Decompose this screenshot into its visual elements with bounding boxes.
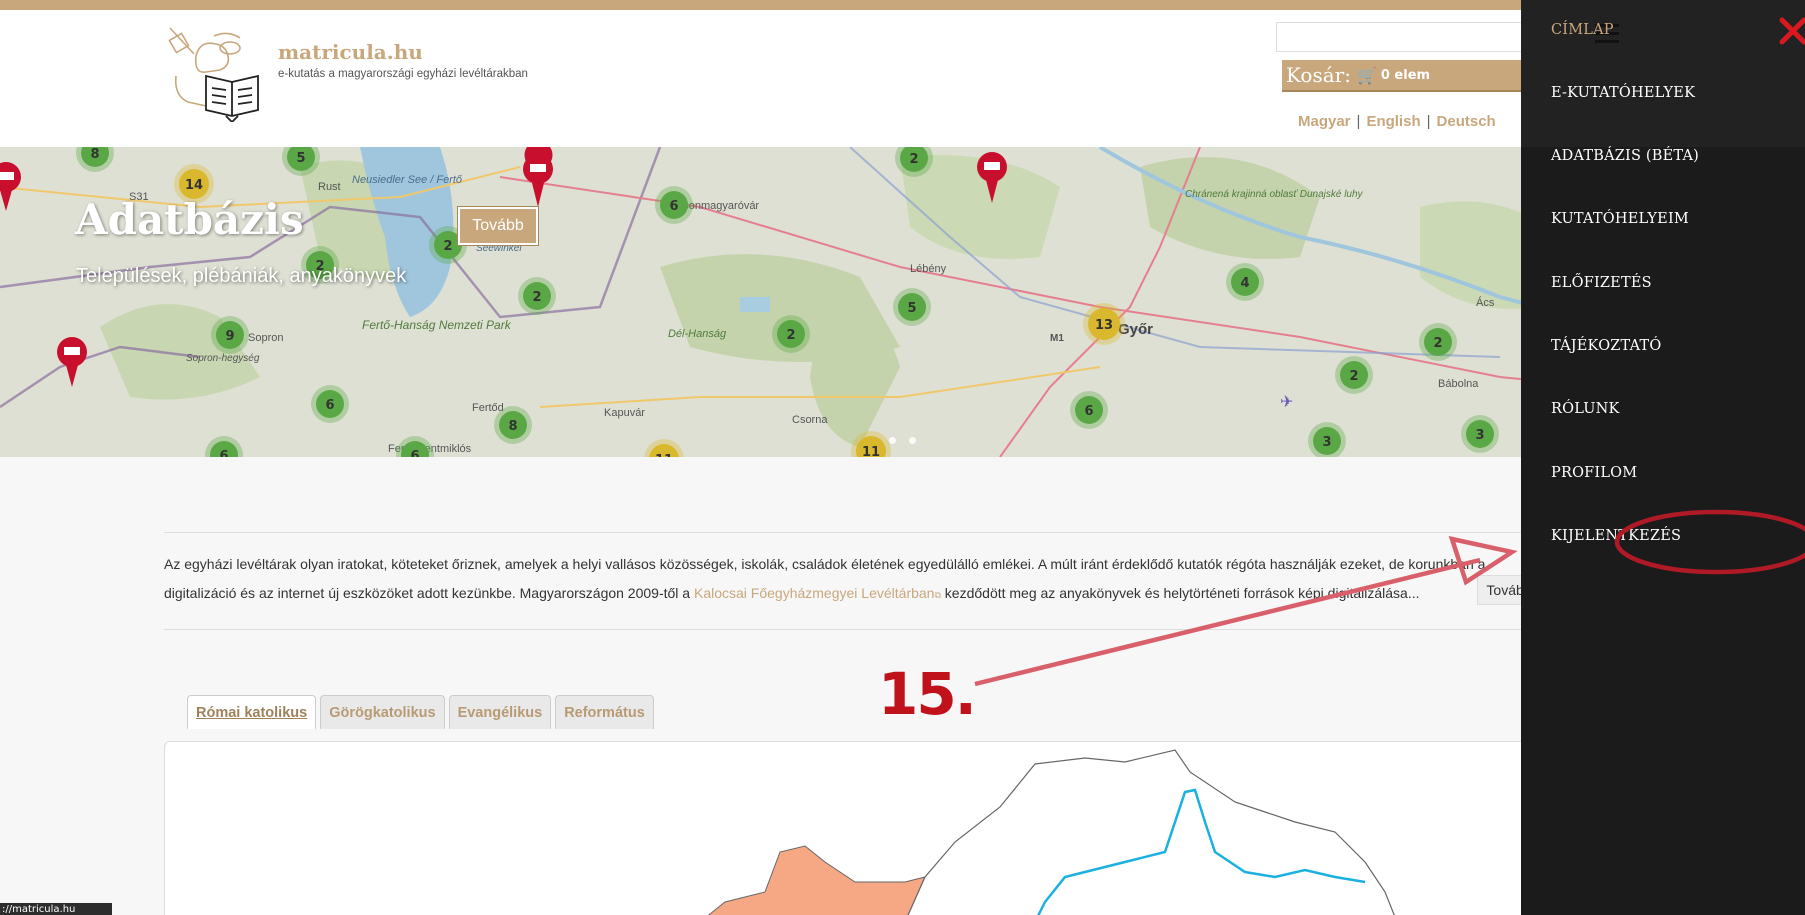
lang-separator: | [1426, 113, 1431, 130]
intro-text: Az egyházi levéltárak olyan iratokat, kö… [164, 532, 1594, 630]
hungary-map-panel[interactable] [164, 741, 1664, 915]
map-label: Sopron-hegység [186, 353, 260, 364]
map-label: Ács [1476, 296, 1495, 309]
step-number: 15. [878, 660, 977, 728]
archive-link[interactable]: Kalocsai Főegyházmegyei Levéltárban [694, 585, 934, 601]
hero-subtitle: Települések, plébániák, anyakönyvek [76, 265, 407, 287]
svg-text:6: 6 [325, 398, 334, 413]
tab-lutheran[interactable]: Evangélikus [448, 695, 552, 729]
map-label: Rust [318, 181, 341, 193]
map-label: Lébény [910, 263, 947, 275]
map-cluster[interactable]: 6 [1070, 391, 1108, 429]
map-label: Fertő-Hanság Nemzeti Park [362, 318, 512, 332]
cart-count: 0 elem [1380, 67, 1431, 83]
lang-separator: | [1356, 113, 1361, 130]
cart-label: Kosár: [1286, 63, 1351, 87]
svg-text:5: 5 [296, 151, 305, 166]
logo-icon[interactable] [166, 26, 270, 122]
site-subtitle: e-kutatás a magyarországi egyházi levélt… [278, 68, 528, 80]
menu-item-profile[interactable]: PROFILOM [1551, 465, 1637, 481]
map-cluster[interactable]: 6 [311, 385, 349, 423]
map-cluster[interactable]: 4 [1226, 263, 1264, 301]
map-label: Chránená krajinná oblasť Dunajské luhy [1185, 189, 1364, 200]
map-label: Dél-Hanság [668, 328, 727, 340]
hero-title: Adatbázis [75, 195, 304, 244]
menu-item-information[interactable]: TÁJÉKOZTATÓ [1551, 338, 1661, 354]
svg-text:2: 2 [1349, 369, 1358, 384]
svg-text:2: 2 [443, 239, 452, 254]
external-link-icon: ⧉ [934, 590, 941, 600]
svg-text:11: 11 [862, 445, 880, 457]
side-menu [1521, 0, 1805, 915]
menu-item-home[interactable]: CÍMLAP [1551, 22, 1614, 38]
diocese-map [707, 749, 1395, 915]
tab-greek-catholic[interactable]: Görögkatolikus [320, 695, 445, 729]
close-icon[interactable] [1778, 14, 1805, 48]
svg-text:6: 6 [410, 449, 419, 457]
svg-text:3: 3 [1322, 435, 1331, 450]
svg-text:2: 2 [909, 152, 918, 167]
svg-text:4: 4 [1240, 276, 1249, 291]
denomination-tabs: Római katolikus Görögkatolikus Evangélik… [187, 695, 654, 729]
intro-line-1: Az egyházi levéltárak olyan iratokat, kö… [164, 556, 1486, 572]
svg-text:2: 2 [532, 290, 541, 305]
lang-german[interactable]: Deutsch [1437, 113, 1496, 130]
hero-more-button[interactable]: Tovább [458, 207, 538, 245]
map-cluster[interactable]: 2 [1419, 323, 1457, 361]
svg-text:3: 3 [1475, 428, 1484, 443]
map-cluster[interactable]: 3 [1461, 415, 1499, 453]
svg-text:14: 14 [185, 178, 203, 193]
map-cluster[interactable]: 2 [1335, 356, 1373, 394]
svg-text:11: 11 [655, 453, 673, 457]
map-label: Bábolna [1438, 378, 1479, 390]
slider-dot[interactable] [889, 437, 896, 444]
menu-item-subscription[interactable]: ELŐFIZETÉS [1551, 275, 1652, 291]
svg-text:6: 6 [219, 449, 228, 457]
svg-text:8: 8 [90, 147, 99, 162]
cart-icon: 🛒 [1356, 65, 1377, 85]
svg-text:6: 6 [1084, 404, 1093, 419]
slider-dot[interactable] [909, 437, 916, 444]
map-cluster[interactable]: 8 [494, 406, 532, 444]
menu-item-my-sites[interactable]: KUTATÓHELYEIM [1551, 211, 1689, 227]
svg-text:9: 9 [225, 329, 234, 344]
language-switcher: Magyar | English | Deutsch [1298, 113, 1496, 130]
svg-text:5: 5 [907, 301, 916, 316]
tab-roman-catholic[interactable]: Római katolikus [187, 695, 317, 729]
lang-english[interactable]: English [1366, 113, 1420, 130]
map-cluster[interactable]: 2 [772, 315, 810, 353]
site-title[interactable]: matricula.hu [278, 40, 423, 64]
tab-reformed[interactable]: Református [555, 695, 654, 729]
svg-text:2: 2 [786, 328, 795, 343]
map-cluster[interactable]: 2 [518, 277, 556, 315]
map-label: Csorna [792, 414, 828, 426]
svg-text:13: 13 [1095, 318, 1113, 333]
map-label: Sopron [248, 332, 283, 344]
airport-icon: ✈ [1280, 392, 1293, 411]
map-label: M1 [1050, 333, 1064, 344]
svg-text:8: 8 [508, 419, 517, 434]
svg-text:2: 2 [1433, 336, 1442, 351]
menu-item-logout[interactable]: KIJELENTKEZÉS [1551, 528, 1681, 544]
map-cluster[interactable]: 9 [211, 316, 249, 354]
intro-line-2: digitalizáció és az internet új eszközök… [164, 585, 1420, 601]
menu-item-database[interactable]: ADATBÁZIS (BÉTA) [1551, 148, 1699, 164]
map-label: Neusiedler See / Fertő [352, 174, 463, 186]
lang-hungarian[interactable]: Magyar [1298, 113, 1351, 130]
map-cluster[interactable]: 6 [655, 186, 693, 224]
menu-item-e-research-sites[interactable]: E-KUTATÓHELYEK [1551, 85, 1695, 101]
svg-text:6: 6 [669, 199, 678, 214]
menu-item-about[interactable]: RÓLUNK [1551, 401, 1620, 417]
map-cluster[interactable]: 5 [893, 288, 931, 326]
browser-status-url: ://matricula.hu [0, 903, 112, 915]
map-cluster[interactable]: 13 [1083, 303, 1125, 345]
search-input[interactable] [1276, 22, 1532, 52]
map-label: Kapuvár [604, 407, 645, 419]
